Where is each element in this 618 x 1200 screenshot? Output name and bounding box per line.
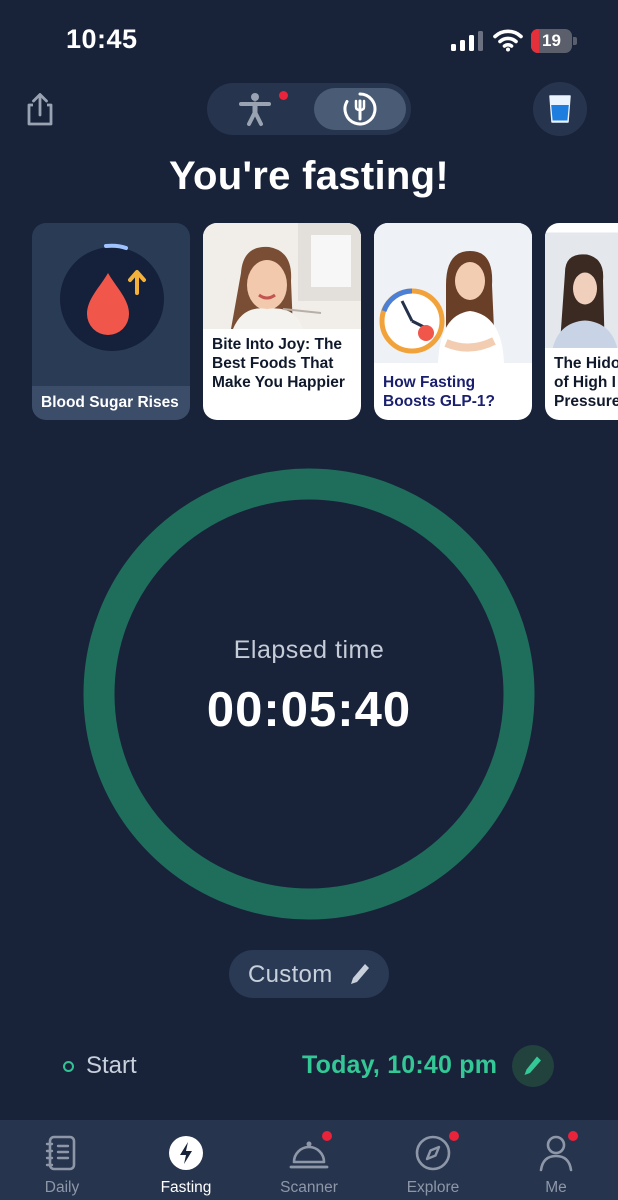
battery-level: 19 [542, 31, 561, 50]
battery-body: 19 [531, 29, 572, 53]
blood-drop-icon [60, 243, 164, 351]
tab-label: Me [545, 1179, 567, 1196]
plan-label: Custom [248, 961, 333, 988]
start-dot [63, 1061, 74, 1072]
tab-label: Daily [44, 1179, 80, 1196]
card-glp1[interactable]: How Fasting Boosts GLP-1? [374, 223, 532, 420]
card-caption: The Hido of High I Pressure [554, 355, 618, 410]
card-blood-sugar[interactable]: Blood Sugar Rises [32, 223, 190, 420]
notification-dot [322, 1131, 332, 1141]
card-caption: How Fasting Boosts GLP-1? [383, 374, 495, 410]
card-high-blood-pressure[interactable]: The Hido of High I Pressure [545, 223, 618, 420]
edit-start-button[interactable] [512, 1045, 554, 1087]
notification-dot [568, 1131, 578, 1141]
water-button[interactable] [533, 82, 587, 136]
card-image [545, 232, 618, 348]
card-caption: Blood Sugar Rises [41, 394, 179, 411]
card-bite-into-joy[interactable]: Bite Into Joy: The Best Foods That Make … [203, 223, 361, 420]
elapsed-label: Elapsed time [233, 636, 385, 664]
battery-indicator: 19 [531, 29, 577, 53]
tab-label: Explore [406, 1179, 460, 1196]
card-image [374, 223, 532, 363]
battery-nub [573, 37, 577, 45]
water-glass-icon [549, 95, 571, 123]
notification-dot [279, 91, 288, 100]
wifi-icon [493, 29, 523, 52]
cards-carousel: Blood Sugar Rises Bite Into Joy: The Bes… [32, 223, 618, 421]
status-time: 10:45 [66, 24, 138, 54]
tab-explore[interactable]: Explore [371, 1120, 495, 1200]
pencil-icon [351, 964, 369, 984]
tab-label: Scanner [280, 1179, 338, 1196]
tab-me[interactable]: Me [494, 1120, 618, 1200]
fasting-mode-button[interactable] [314, 88, 406, 130]
start-time[interactable]: Today, 10:40 pm [302, 1051, 497, 1080]
page-title: You're fasting! [169, 154, 449, 198]
compass-icon [415, 1135, 451, 1171]
tab-daily[interactable]: Daily [0, 1120, 124, 1200]
status-bar: 10:45 19 [0, 0, 618, 80]
share-icon[interactable] [20, 90, 60, 130]
notification-dot [449, 1131, 459, 1141]
start-label: Start [86, 1052, 137, 1079]
journal-icon [45, 1135, 76, 1171]
person-icon[interactable] [237, 91, 273, 127]
tab-label: Fasting [160, 1179, 212, 1196]
cellular-signal-icon [451, 31, 483, 51]
pencil-icon [524, 1056, 541, 1075]
mode-toggle [207, 83, 411, 135]
fork-clock-icon [343, 92, 377, 126]
bolt-icon [169, 1136, 203, 1170]
plan-selector-button[interactable]: Custom [229, 950, 389, 998]
card-image [203, 223, 361, 329]
tab-bar: Daily Fasting Scanner Explore Me [0, 1120, 618, 1200]
tab-scanner[interactable]: Scanner [247, 1120, 371, 1200]
card-caption: Bite Into Joy: The Best Foods That Make … [212, 336, 345, 391]
elapsed-time: 00:05:40 [206, 683, 412, 737]
tab-fasting[interactable]: Fasting [124, 1120, 248, 1200]
